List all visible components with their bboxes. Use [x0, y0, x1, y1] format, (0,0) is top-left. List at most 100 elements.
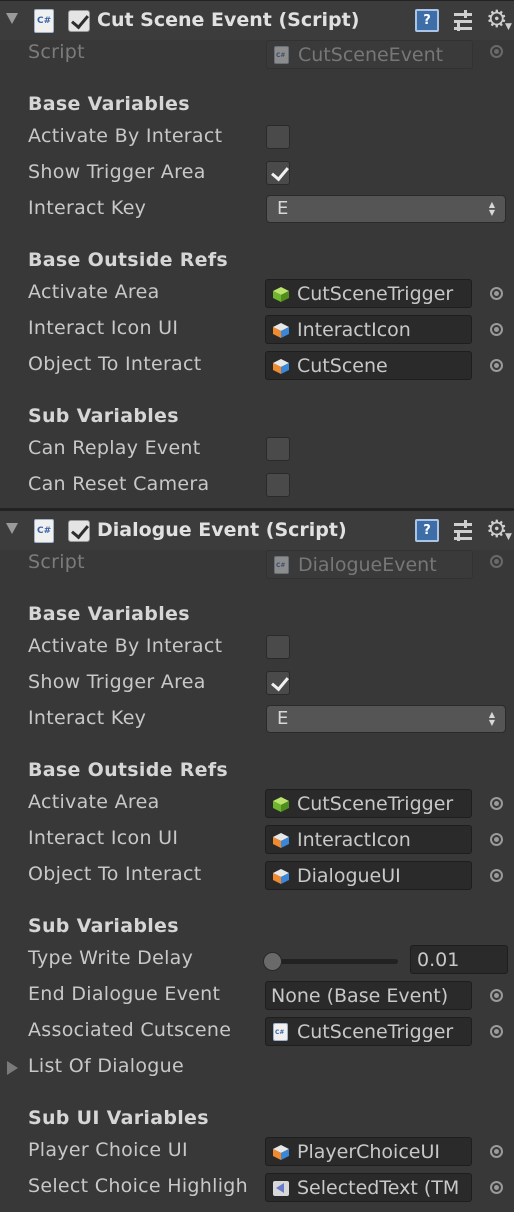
section-title: Base Variables	[28, 603, 190, 625]
collapse-arrow-icon[interactable]	[6, 523, 18, 534]
gear-caret-icon: ▼	[505, 532, 512, 542]
activate-area-field[interactable]: CutSceneTrigger	[265, 279, 472, 308]
activate-area-field[interactable]: CutSceneTrigger	[265, 789, 472, 818]
field-label: Activate By Interact	[28, 635, 223, 657]
object-picker-icon	[490, 45, 503, 58]
field-label: Show Trigger Area	[28, 161, 206, 183]
object-picker-icon[interactable]	[490, 359, 503, 372]
field-label: Can Replay Event	[28, 437, 201, 459]
cube-icon	[273, 323, 289, 338]
show-trigger-area-checkbox[interactable]	[266, 161, 290, 185]
can-reset-camera-checkbox[interactable]	[266, 473, 290, 497]
section-title: Base Outside Refs	[28, 759, 228, 781]
interact-key-dropdown[interactable]: E ▲ ▼	[266, 705, 506, 733]
object-picker-icon[interactable]	[490, 287, 503, 300]
interact-icon-ui-field[interactable]: InteractIcon	[265, 825, 472, 854]
end-dialogue-event-field[interactable]: None (Base Event)	[265, 981, 472, 1010]
section-title: Base Variables	[28, 93, 190, 115]
can-replay-event-row: Can Replay Event	[0, 432, 514, 468]
field-label: Show Trigger Area	[28, 671, 206, 693]
script-field: C# DialogueEvent	[266, 550, 473, 579]
help-book-icon[interactable]: ?	[415, 519, 439, 542]
type-write-delay-slider-track[interactable]	[270, 959, 398, 964]
preset-sliders-icon[interactable]	[452, 10, 474, 32]
collapse-arrow-icon[interactable]	[6, 13, 18, 24]
help-book-icon[interactable]: ?	[415, 9, 439, 32]
dropdown-arrows-icon: ▲ ▼	[488, 200, 495, 217]
end-dialogue-event-row: End Dialogue Event None (Base Event)	[0, 978, 514, 1014]
script-label: Script	[28, 551, 85, 573]
object-picker-icon[interactable]	[490, 833, 503, 846]
field-label: Interact Key	[28, 197, 147, 219]
component-title: Dialogue Event (Script)	[97, 519, 347, 541]
activate-area-row: Activate Area CutSceneTrigger	[0, 276, 514, 312]
object-picker-icon[interactable]	[490, 1145, 503, 1158]
section-header: Sub UI Variables	[0, 1102, 514, 1138]
interact-key-row: Interact Key E ▲ ▼	[0, 702, 514, 738]
field-label: Activate By Interact	[28, 125, 223, 147]
cube-icon	[273, 287, 289, 302]
preset-sliders-icon[interactable]	[452, 520, 474, 542]
component-enabled-checkbox[interactable]	[68, 10, 90, 32]
foldout-arrow-icon[interactable]	[7, 1061, 18, 1075]
associated-cutscene-row: Associated Cutscene C# CutSceneTrigger	[0, 1014, 514, 1050]
field-label: End Dialogue Event	[28, 983, 221, 1005]
component-header[interactable]: C# Dialogue Event (Script) ? ⚙ ▼	[0, 510, 514, 550]
object-picker-icon[interactable]	[490, 1025, 503, 1038]
component-header[interactable]: C# Cut Scene Event (Script) ? ⚙ ▼	[0, 0, 514, 40]
player-choice-ui-row: Player Choice UI PlayerChoiceUI	[0, 1134, 514, 1170]
field-label: List Of Dialogue	[28, 1055, 184, 1077]
field-label: Type Write Delay	[28, 947, 194, 969]
interact-key-dropdown[interactable]: E ▲ ▼	[266, 195, 506, 223]
csharp-script-icon: C#	[34, 519, 54, 543]
csharp-script-icon: C#	[274, 556, 289, 574]
type-write-delay-row: Type Write Delay 0.01	[0, 942, 514, 978]
dropdown-arrows-icon: ▲ ▼	[488, 710, 495, 727]
cube-icon	[273, 869, 289, 884]
object-picker-icon[interactable]	[490, 323, 503, 336]
component-enabled-checkbox[interactable]	[68, 520, 90, 542]
show-trigger-area-checkbox[interactable]	[266, 671, 290, 695]
cut-scene-event-component: C# Cut Scene Event (Script) ? ⚙ ▼ Script…	[0, 0, 514, 510]
section-title: Sub Variables	[28, 405, 179, 427]
component-title: Cut Scene Event (Script)	[97, 9, 360, 31]
object-to-interact-field[interactable]: CutScene	[265, 351, 472, 380]
player-choice-ui-field[interactable]: PlayerChoiceUI	[265, 1137, 472, 1166]
type-write-delay-slider-knob[interactable]	[263, 952, 282, 971]
can-replay-event-checkbox[interactable]	[266, 437, 290, 461]
object-picker-icon[interactable]	[490, 797, 503, 810]
field-label: Interact Key	[28, 707, 147, 729]
field-label: Can Reset Camera	[28, 473, 210, 495]
interact-icon-ui-row: Interact Icon UI InteractIcon	[0, 822, 514, 858]
field-label: Interact Icon UI	[28, 317, 179, 339]
csharp-script-icon: C#	[34, 9, 54, 33]
object-picker-icon[interactable]	[490, 869, 503, 882]
activate-by-interact-row: Activate By Interact	[0, 630, 514, 666]
object-picker-icon[interactable]	[490, 989, 503, 1002]
select-choice-highlight-row: Select Choice Highligh SelectedText (TM	[0, 1170, 514, 1206]
interact-icon-ui-row: Interact Icon UI InteractIcon	[0, 312, 514, 348]
activate-by-interact-checkbox[interactable]	[266, 635, 290, 659]
gear-caret-icon: ▼	[505, 22, 512, 32]
csharp-script-icon: C#	[274, 46, 289, 64]
section-header: Base Variables	[0, 88, 514, 124]
activate-by-interact-checkbox[interactable]	[266, 125, 290, 149]
cube-icon	[273, 833, 289, 848]
list-of-dialogue-row[interactable]: List Of Dialogue	[0, 1050, 514, 1086]
field-label: Interact Icon UI	[28, 827, 179, 849]
select-choice-highlight-field[interactable]: SelectedText (TM	[265, 1173, 472, 1202]
section-header: Base Outside Refs	[0, 244, 514, 280]
field-label: Activate Area	[28, 791, 160, 813]
field-label: Associated Cutscene	[28, 1019, 232, 1041]
csharp-script-icon: C#	[273, 1023, 288, 1041]
object-picker-icon[interactable]	[490, 1181, 503, 1194]
cube-icon	[273, 1145, 289, 1160]
object-to-interact-field[interactable]: DialogueUI	[265, 861, 472, 890]
field-label: Player Choice UI	[28, 1139, 188, 1161]
associated-cutscene-field[interactable]: C# CutSceneTrigger	[265, 1017, 472, 1046]
activate-by-interact-row: Activate By Interact	[0, 120, 514, 156]
interact-icon-ui-field[interactable]: InteractIcon	[265, 315, 472, 344]
can-reset-camera-row: Can Reset Camera	[0, 468, 514, 504]
dialogue-event-component: C# Dialogue Event (Script) ? ⚙ ▼ Script …	[0, 510, 514, 1212]
type-write-delay-input[interactable]: 0.01	[410, 945, 508, 974]
